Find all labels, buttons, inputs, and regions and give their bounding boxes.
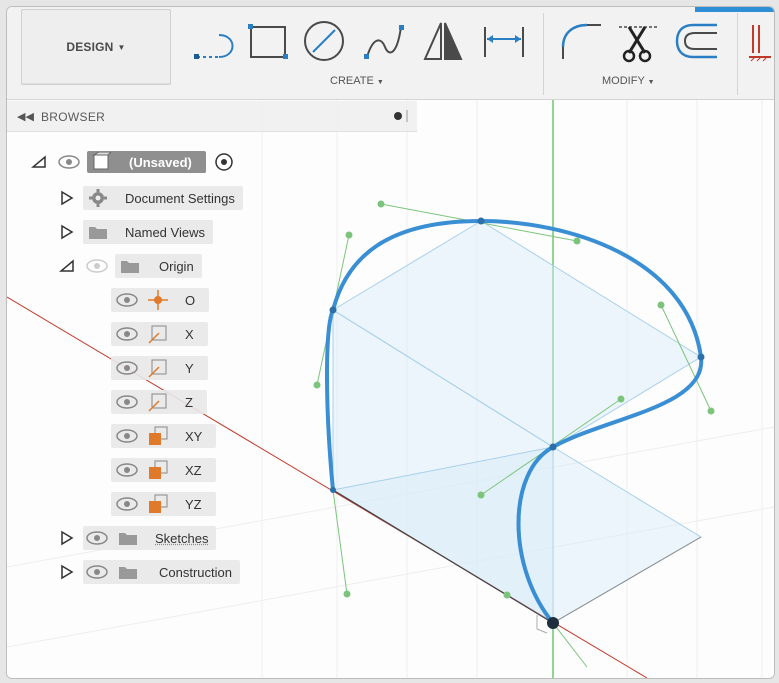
collapsed-triangle-icon[interactable]	[59, 190, 75, 206]
axis-icon	[148, 393, 167, 412]
tree-label: XZ	[185, 462, 202, 478]
folder-icon	[119, 533, 137, 545]
create-label: CREATE	[330, 75, 374, 87]
dimension-icon[interactable]	[479, 17, 529, 63]
eye-icon[interactable]	[115, 496, 141, 512]
tree-label: Construction	[159, 564, 232, 580]
tree-label: Document Settings	[125, 190, 235, 206]
tree-label: Y	[185, 360, 194, 376]
circle-icon[interactable]	[301, 17, 347, 63]
tree-row-origin[interactable]: Origin	[59, 253, 202, 279]
eye-icon[interactable]	[115, 462, 141, 478]
tree-row-origin-point[interactable]: O	[111, 287, 210, 313]
collapsed-triangle-icon[interactable]	[59, 224, 75, 240]
plane-icon	[149, 460, 168, 479]
chevron-down-icon: ▼	[647, 79, 655, 86]
toolbar: DESIGN ▼ CREATE ▼ MODIFY ▼	[7, 7, 774, 100]
tree-row-axis-x[interactable]: X	[111, 321, 208, 347]
tree-label: O	[185, 292, 196, 308]
tree-label: XY	[185, 428, 203, 444]
eye-icon[interactable]	[57, 154, 83, 170]
activate-radio-icon[interactable]	[214, 152, 234, 172]
eye-icon[interactable]	[115, 292, 141, 308]
expanded-triangle-icon[interactable]	[59, 259, 77, 273]
tree-row-sketches[interactable]: Sketches	[59, 525, 217, 551]
browser-title: BROWSER	[41, 110, 106, 124]
trim-icon[interactable]	[615, 17, 661, 63]
expanded-triangle-icon[interactable]	[31, 155, 49, 169]
plane-icon	[149, 426, 168, 445]
eye-icon[interactable]	[115, 394, 141, 410]
modify-menu[interactable]: MODIFY ▼	[602, 75, 655, 87]
folder-icon	[121, 261, 139, 273]
line-icon[interactable]	[189, 17, 239, 63]
tree-row-document-settings[interactable]: Document Settings	[59, 185, 243, 211]
origin-point-icon	[148, 290, 168, 310]
rectangle-icon[interactable]	[245, 17, 291, 63]
tree-row-construction[interactable]: Construction	[59, 559, 240, 585]
eye-icon[interactable]	[85, 530, 111, 546]
app-window: DESIGN ▼ CREATE ▼ MODIFY ▼ ◀◀ BROWSER (U…	[6, 6, 775, 679]
tree-row-plane-yz[interactable]: YZ	[111, 491, 216, 517]
tree-label: Sketches	[155, 530, 209, 546]
create-menu[interactable]: CREATE ▼	[330, 75, 384, 87]
fillet-icon[interactable]	[555, 17, 605, 63]
axis-icon	[148, 325, 167, 344]
folder-icon	[89, 227, 107, 239]
workspace-switcher[interactable]: DESIGN ▼	[21, 9, 171, 85]
tree-label: Origin	[159, 258, 194, 274]
collapsed-triangle-icon[interactable]	[59, 530, 75, 546]
eye-icon[interactable]	[115, 326, 141, 342]
collapsed-triangle-icon[interactable]	[59, 564, 75, 580]
eye-icon[interactable]	[85, 564, 111, 580]
tree-label: YZ	[185, 496, 202, 512]
toolbar-separator	[737, 13, 738, 95]
collapse-panel-icon[interactable]: ◀◀	[17, 110, 34, 123]
constraint-icon[interactable]	[747, 17, 774, 63]
eye-icon[interactable]	[115, 428, 141, 444]
tree-row-axis-z[interactable]: Z	[111, 389, 207, 415]
gear-icon	[89, 189, 107, 207]
active-indicator	[695, 7, 774, 12]
tree-row-unsaved[interactable]: (Unsaved)	[31, 149, 234, 175]
plane-icon	[149, 494, 168, 513]
chevron-down-icon: ▼	[117, 42, 126, 52]
axis-icon	[148, 359, 167, 378]
browser-panel: ◀◀ BROWSER (Unsaved) Document Settings N…	[7, 101, 427, 584]
offset-icon[interactable]	[671, 17, 721, 63]
document-name: (Unsaved)	[113, 151, 206, 173]
tree-row-axis-y[interactable]: Y	[111, 355, 208, 381]
component-icon	[92, 152, 112, 170]
tree-row-named-views[interactable]: Named Views	[59, 219, 213, 245]
eye-icon[interactable]	[115, 360, 141, 376]
origin-point	[547, 617, 559, 629]
eye-hidden-icon[interactable]	[85, 258, 109, 274]
workspace-label: DESIGN	[66, 40, 114, 54]
chevron-down-icon: ▼	[376, 79, 384, 86]
tree-row-plane-xy[interactable]: XY	[111, 423, 217, 449]
tree-label: Z	[185, 394, 193, 410]
spline-icon[interactable]	[361, 17, 407, 63]
folder-icon	[119, 567, 137, 579]
tree-row-plane-xz[interactable]: XZ	[111, 457, 216, 483]
pin-icon[interactable]	[393, 109, 413, 123]
modify-label: MODIFY	[602, 75, 645, 87]
toolbar-separator	[543, 13, 544, 95]
tree-label: Named Views	[125, 224, 205, 240]
tree-label: X	[185, 326, 194, 342]
browser-header: ◀◀ BROWSER	[7, 101, 417, 132]
mirror-icon[interactable]	[419, 17, 465, 63]
